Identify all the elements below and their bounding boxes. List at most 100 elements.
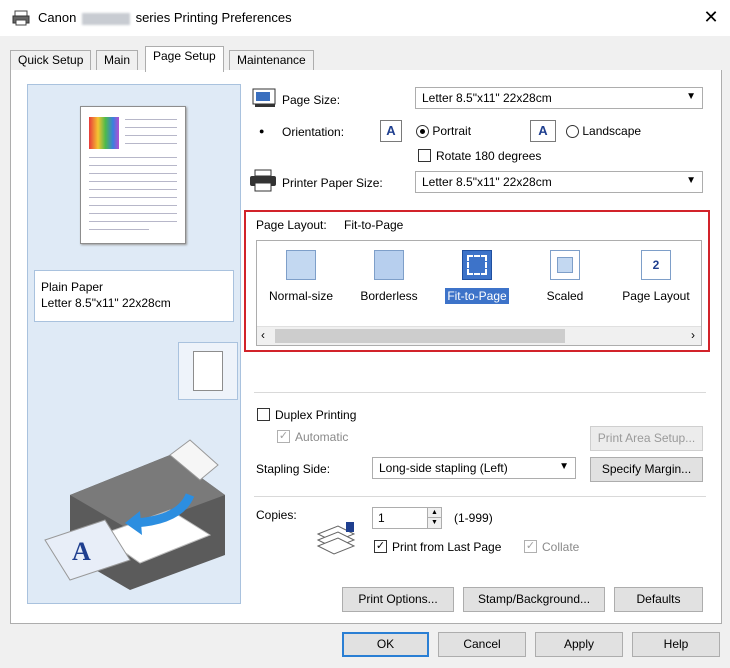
- portrait-icon: A: [380, 120, 402, 142]
- normal-size-icon: [286, 250, 316, 280]
- portrait-radio[interactable]: [416, 125, 429, 139]
- landscape-option[interactable]: Landscape: [566, 124, 642, 139]
- text-line: [89, 165, 177, 166]
- text-line: [125, 127, 177, 128]
- chevron-down-icon: ▼: [559, 461, 569, 472]
- chevron-down-icon: ▼: [686, 91, 696, 102]
- page-size-label: Page Size:: [282, 93, 341, 107]
- scaled-icon: [550, 250, 580, 280]
- rotate-180-label: Rotate 180 degrees: [436, 149, 542, 163]
- print-from-last-page-label: Print from Last Page: [392, 540, 502, 554]
- duplex-printing-checkbox[interactable]: [257, 408, 270, 421]
- layout-item-scaled[interactable]: Scaled: [525, 250, 605, 304]
- svg-text:A: A: [72, 537, 91, 566]
- page-layout-current: Fit-to-Page: [344, 218, 404, 232]
- layout-item-label: Fit-to-Page: [445, 288, 509, 304]
- layout-item-page-layout[interactable]: 2 Page Layout: [614, 250, 698, 304]
- paper-size-text: Letter 8.5"x11" 22x28cm: [41, 296, 171, 310]
- layout-item-label: Normal-size: [268, 289, 333, 303]
- stapling-side-select[interactable]: Long-side stapling (Left) ▼: [372, 457, 576, 479]
- print-area-setup-button[interactable]: Print Area Setup...: [590, 426, 703, 451]
- tab-page-setup[interactable]: Page Setup: [145, 46, 224, 72]
- cancel-button[interactable]: Cancel: [438, 632, 526, 657]
- media-type-text: Plain Paper: [41, 280, 104, 294]
- color-image-icon: [89, 117, 119, 149]
- automatic-checkbox[interactable]: ✓: [277, 430, 290, 443]
- landscape-radio[interactable]: [566, 125, 579, 139]
- printer-paper-size-label: Printer Paper Size:: [282, 176, 383, 190]
- page-layout-icon: 2: [641, 250, 671, 280]
- text-line: [89, 229, 149, 230]
- tab-quick-setup[interactable]: Quick Setup: [10, 50, 92, 71]
- paper-info-box: Plain Paper Letter 8.5"x11" 22x28cm: [34, 270, 234, 322]
- window-title: Canon series Printing Preferences: [38, 10, 292, 25]
- landscape-label: Landscape: [582, 124, 642, 138]
- defaults-button[interactable]: Defaults: [614, 587, 703, 612]
- window-title-prefix: Canon: [38, 10, 77, 25]
- layout-item-fit-to-page[interactable]: Fit-to-Page: [437, 250, 517, 304]
- tab-maintenance[interactable]: Maintenance: [229, 50, 314, 71]
- rotate-180-checkbox[interactable]: [418, 149, 431, 162]
- page-size-value: Letter 8.5"x11" 22x28cm: [422, 91, 552, 105]
- model-name-redacted: [81, 12, 130, 25]
- page-size-select[interactable]: Letter 8.5"x11" 22x28cm ▼: [415, 87, 703, 109]
- text-line: [89, 181, 177, 182]
- fit-to-page-icon: [462, 250, 492, 280]
- landscape-icon: A: [530, 120, 556, 142]
- automatic-label: Automatic: [295, 430, 349, 444]
- specify-margin-button[interactable]: Specify Margin...: [590, 457, 703, 482]
- page-preview: [80, 106, 186, 244]
- window-title-suffix: series Printing Preferences: [135, 10, 292, 25]
- text-line: [125, 119, 177, 120]
- copies-range: (1-999): [454, 511, 493, 525]
- tab-main[interactable]: Main: [96, 50, 139, 71]
- page-layout-label: Page Layout:: [256, 218, 327, 232]
- text-line: [89, 157, 177, 158]
- apply-button[interactable]: Apply: [535, 632, 623, 657]
- printer-app-icon: [12, 10, 30, 26]
- text-line: [89, 173, 177, 174]
- section-divider: [254, 496, 706, 497]
- layout-item-borderless[interactable]: Borderless: [349, 250, 429, 304]
- layout-item-label: Page Layout: [622, 289, 690, 303]
- stapling-side-label: Stapling Side:: [256, 462, 331, 476]
- printer-paper-size-value: Letter 8.5"x11" 22x28cm: [422, 175, 552, 189]
- scrollbar-thumb[interactable]: [275, 329, 565, 343]
- collate-checkbox[interactable]: ✓: [524, 540, 537, 553]
- help-button[interactable]: Help: [632, 632, 720, 657]
- text-line: [89, 197, 177, 198]
- copies-stepper[interactable]: 1 ▲ ▼: [372, 507, 442, 529]
- collate-label: Collate: [542, 540, 580, 554]
- portrait-option[interactable]: Portrait: [416, 124, 472, 139]
- printer-paper-size-select[interactable]: Letter 8.5"x11" 22x28cm ▼: [415, 171, 703, 193]
- text-line: [89, 213, 177, 214]
- page-layout-scrollbar[interactable]: ‹ ›: [257, 326, 701, 345]
- print-options-button[interactable]: Print Options...: [342, 587, 454, 612]
- text-line: [125, 143, 177, 144]
- stepper-up-icon[interactable]: ▲: [427, 508, 441, 518]
- text-line: [89, 221, 177, 222]
- layout-item-label: Scaled: [546, 289, 584, 303]
- copies-stack-icon: [316, 522, 356, 555]
- close-icon[interactable]: ✕: [700, 6, 722, 28]
- copies-value: 1: [378, 511, 385, 525]
- section-divider: [254, 392, 706, 393]
- layout-item-normal-size[interactable]: Normal-size: [261, 250, 341, 304]
- layout-item-label: Borderless: [360, 289, 418, 303]
- copies-label: Copies:: [256, 508, 297, 522]
- portrait-label: Portrait: [432, 124, 472, 138]
- bullet-icon: ●: [259, 126, 265, 136]
- orientation-label: Orientation:: [282, 125, 345, 139]
- print-from-last-page-checkbox[interactable]: ✓: [374, 540, 387, 553]
- stamp-background-button[interactable]: Stamp/Background...: [463, 587, 605, 612]
- scroll-right-icon[interactable]: ›: [691, 328, 695, 342]
- ok-button[interactable]: OK: [342, 632, 429, 657]
- printer-illustration-icon: A: [44, 439, 225, 590]
- text-line: [125, 135, 177, 136]
- scroll-left-icon[interactable]: ‹: [261, 328, 265, 342]
- output-page-preview: [178, 342, 238, 400]
- stepper-down-icon[interactable]: ▼: [427, 518, 441, 528]
- text-line: [89, 189, 177, 190]
- text-line: [89, 205, 177, 206]
- printer-paper-icon: [250, 169, 276, 192]
